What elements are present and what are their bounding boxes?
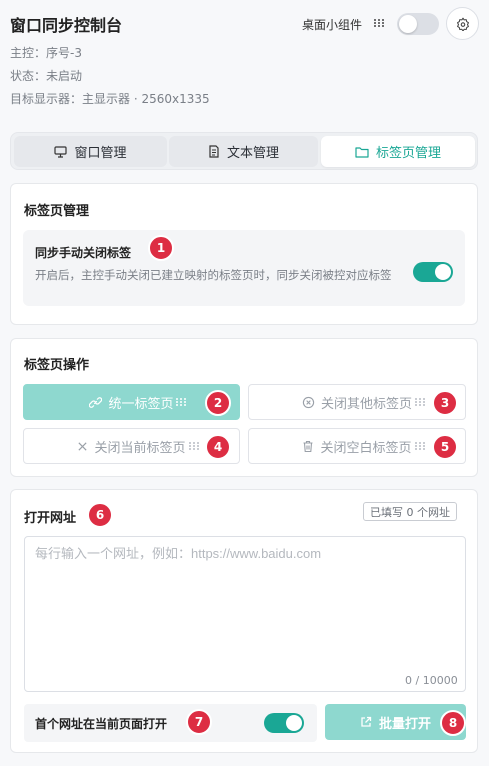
annotation-badge: 6 (87, 502, 113, 528)
annotation-badge: 5 (432, 434, 458, 460)
x-icon (78, 441, 88, 451)
settings-button[interactable] (446, 7, 479, 40)
annotation-badge: 8 (440, 710, 466, 736)
first-url-label: 首个网址在当前页面打开 (35, 717, 168, 731)
section-title: 标签页操作 (24, 358, 90, 373)
circle-x-icon (302, 396, 315, 408)
drag-handle-icon[interactable] (414, 441, 426, 451)
toggle-knob (399, 15, 417, 33)
document-icon (209, 145, 219, 158)
tab-label: 窗口管理 (74, 146, 127, 161)
first-url-setting: 首个网址在当前页面打开 (24, 704, 317, 742)
url-count-badge: 已填写 0 个网址 (363, 502, 457, 521)
drag-handle-icon[interactable] (188, 441, 200, 451)
app-title: 窗口同步控制台 (10, 16, 123, 35)
sync-close-setting: 同步手动关闭标签 开启后，主控手动关闭已建立映射的标签页时，同步关闭被控对应标签 (23, 230, 465, 306)
monitor-icon (54, 145, 68, 158)
gear-icon (456, 17, 469, 31)
tab-text-management[interactable]: 文本管理 (169, 136, 318, 167)
annotation-badge: 7 (186, 709, 212, 735)
tab-label: 标签页管理 (375, 146, 441, 161)
toggle-knob (435, 264, 451, 280)
sync-close-description: 开启后，主控手动关闭已建立映射的标签页时，同步关闭被控对应标签 (35, 268, 392, 282)
tab-label: 文本管理 (226, 146, 279, 161)
annotation-badge: 3 (432, 390, 458, 416)
sync-close-title: 同步手动关闭标签 (35, 246, 132, 260)
button-label: 关闭当前标签页 (94, 440, 186, 456)
drag-handle-icon[interactable] (414, 397, 426, 407)
toggle-knob (286, 715, 302, 731)
open-urls-card: 打开网址 6 已填写 0 个网址 0 / 10000 首个网址在当前页面打开 7… (10, 489, 478, 753)
external-link-icon (361, 716, 372, 727)
annotation-badge: 1 (148, 235, 174, 261)
button-label: 关闭空白标签页 (320, 440, 412, 456)
section-title: 标签页管理 (24, 204, 90, 219)
first-url-toggle[interactable] (264, 713, 304, 733)
tab-operations-card: 标签页操作 统一标签页 关闭其他标签页 关闭当前标签页 关闭空白标签页 2 3 … (10, 338, 478, 477)
trash-icon (303, 440, 313, 452)
sync-close-toggle[interactable] (413, 262, 453, 282)
button-label: 统一标签页 (108, 396, 174, 412)
status-info: 状态：未启动 (10, 69, 83, 83)
button-label: 关闭其他标签页 (320, 396, 412, 412)
link-icon (89, 396, 103, 408)
section-title: 打开网址 (24, 511, 77, 526)
widget-toggle[interactable] (397, 13, 439, 35)
tab-window-management[interactable]: 窗口管理 (14, 136, 167, 167)
button-label: 批量打开 (378, 716, 431, 732)
drag-grid-icon[interactable] (373, 18, 385, 28)
drag-handle-icon[interactable] (175, 397, 187, 407)
folder-icon (355, 146, 369, 158)
main-tabs: 窗口管理 文本管理 标签页管理 (10, 132, 478, 170)
url-input[interactable] (24, 536, 466, 692)
annotation-badge: 2 (205, 390, 231, 416)
tab-management-card: 标签页管理 同步手动关闭标签 开启后，主控手动关闭已建立映射的标签页时，同步关闭… (10, 183, 478, 325)
display-info: 目标显示器：主显示器 · 2560x1335 (10, 92, 210, 106)
tab-tab-management[interactable]: 标签页管理 (321, 136, 475, 167)
header: 窗口同步控制台 主控：序号-3 状态：未启动 目标显示器：主显示器 · 2560… (0, 0, 489, 120)
widget-label: 桌面小组件 (302, 18, 363, 32)
char-count: 0 / 10000 (405, 674, 458, 687)
annotation-badge: 4 (205, 434, 231, 460)
master-info: 主控：序号-3 (10, 46, 82, 60)
